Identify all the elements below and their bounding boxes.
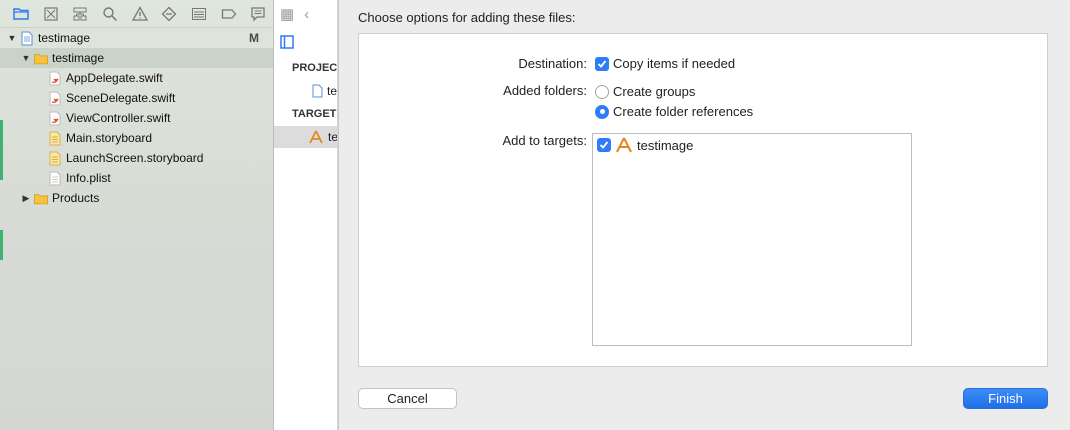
- swift-file-icon: [48, 90, 62, 106]
- add-files-sheet: Choose options for adding these files: D…: [338, 0, 1070, 430]
- finish-button[interactable]: Finish: [963, 388, 1048, 409]
- tree-row-file[interactable]: LaunchScreen.storyboard: [0, 148, 273, 168]
- swift-file-icon: [48, 70, 62, 86]
- group-name: testimage: [52, 51, 105, 65]
- report-icon[interactable]: [243, 1, 273, 27]
- debug-icon[interactable]: [184, 1, 214, 27]
- added-folders-label: Added folders:: [503, 83, 587, 98]
- project-name: testimage: [38, 31, 91, 45]
- products-label: Products: [52, 191, 100, 205]
- warning-icon[interactable]: [125, 1, 155, 27]
- navigator-toolbar: [0, 0, 273, 28]
- checkmark-icon: [597, 138, 611, 152]
- project-item-label: testimage: [327, 84, 337, 98]
- tree-row-group[interactable]: ▼ testimage: [0, 48, 273, 68]
- tree-row-project[interactable]: ▼ testimage M: [0, 28, 273, 48]
- inspector-toggle[interactable]: [274, 28, 337, 56]
- copy-items-checkbox[interactable]: Copy items if needed: [595, 56, 735, 71]
- folder-icon[interactable]: [6, 1, 36, 27]
- sidebar-toggle-icon: [280, 35, 294, 49]
- file-name: SceneDelegate.swift: [66, 91, 176, 105]
- target-checkbox-row[interactable]: testimage: [597, 137, 693, 153]
- project-file-icon: [312, 84, 323, 98]
- chevron-left-icon[interactable]: ‹: [304, 6, 309, 23]
- create-folder-references-label: Create folder references: [613, 104, 754, 119]
- editor-toolbar: ▦ ‹: [274, 0, 337, 28]
- create-groups-radio[interactable]: Create groups: [595, 84, 695, 99]
- copy-items-label: Copy items if needed: [613, 56, 736, 71]
- plist-file-icon: [48, 170, 62, 186]
- create-folder-references-radio[interactable]: Create folder references: [595, 104, 753, 119]
- file-name: LaunchScreen.storyboard: [66, 151, 204, 165]
- radio-on-icon: [595, 104, 609, 119]
- file-name: AppDelegate.swift: [66, 71, 163, 85]
- storyboard-file-icon: [48, 130, 62, 146]
- grid-icon[interactable]: ▦: [280, 5, 294, 23]
- project-file-icon: [20, 30, 34, 46]
- hierarchy-icon[interactable]: [65, 1, 95, 27]
- swift-file-icon: [48, 110, 62, 126]
- folder-products-icon: [34, 190, 48, 206]
- file-list: AppDelegate.swift SceneDelegate.swift View…: [0, 68, 273, 188]
- app-target-icon: [616, 137, 632, 153]
- app-target-icon: [309, 130, 323, 144]
- disclosure-triangle-icon[interactable]: ▼: [20, 53, 32, 63]
- project-editor-sidebar: ▦ ‹ PROJECT testimage TARGETS testimage: [274, 0, 338, 430]
- target-item[interactable]: testimage: [274, 126, 337, 148]
- file-name: Info.plist: [66, 171, 111, 185]
- breakpoint-icon[interactable]: [214, 1, 244, 27]
- file-name: ViewController.swift: [66, 111, 171, 125]
- test-icon[interactable]: [154, 1, 184, 27]
- disclosure-triangle-icon[interactable]: ▼: [6, 33, 18, 43]
- destination-label: Destination:: [518, 56, 587, 71]
- tree-row-file[interactable]: ViewController.swift: [0, 108, 273, 128]
- project-navigator: ▼ testimage M ▼ testimage AppDelegate.sw…: [0, 0, 274, 430]
- storyboard-file-icon: [48, 150, 62, 166]
- options-panel: Destination: Copy items if needed Added …: [358, 33, 1048, 367]
- tree-row-file[interactable]: AppDelegate.swift: [0, 68, 273, 88]
- file-name: Main.storyboard: [66, 131, 153, 145]
- sheet-title: Choose options for adding these files:: [358, 10, 576, 25]
- source-control-icon[interactable]: [36, 1, 66, 27]
- create-groups-label: Create groups: [613, 84, 696, 99]
- file-tree: ▼ testimage M ▼ testimage AppDelegate.sw…: [0, 28, 273, 208]
- cancel-button[interactable]: Cancel: [358, 388, 457, 409]
- search-icon[interactable]: [95, 1, 125, 27]
- tree-row-products[interactable]: ▶ Products: [0, 188, 273, 208]
- folder-group-icon: [34, 50, 48, 66]
- targets-list[interactable]: testimage: [592, 133, 912, 346]
- tree-row-file[interactable]: SceneDelegate.swift: [0, 88, 273, 108]
- project-item[interactable]: testimage: [274, 80, 337, 102]
- target-item-label: testimage: [328, 130, 337, 144]
- tree-row-file[interactable]: Info.plist: [0, 168, 273, 188]
- target-name: testimage: [637, 137, 694, 153]
- add-to-targets-label: Add to targets:: [502, 133, 587, 148]
- checkmark-icon: [595, 56, 609, 71]
- scm-status-badge: M: [249, 31, 259, 45]
- window-edge-accent: [0, 230, 3, 260]
- project-section-header: PROJECT: [292, 62, 337, 74]
- disclosure-triangle-collapsed-icon[interactable]: ▶: [20, 193, 32, 204]
- targets-section-header: TARGETS: [292, 108, 337, 120]
- tree-row-file[interactable]: Main.storyboard: [0, 128, 273, 148]
- radio-off-icon: [595, 84, 609, 99]
